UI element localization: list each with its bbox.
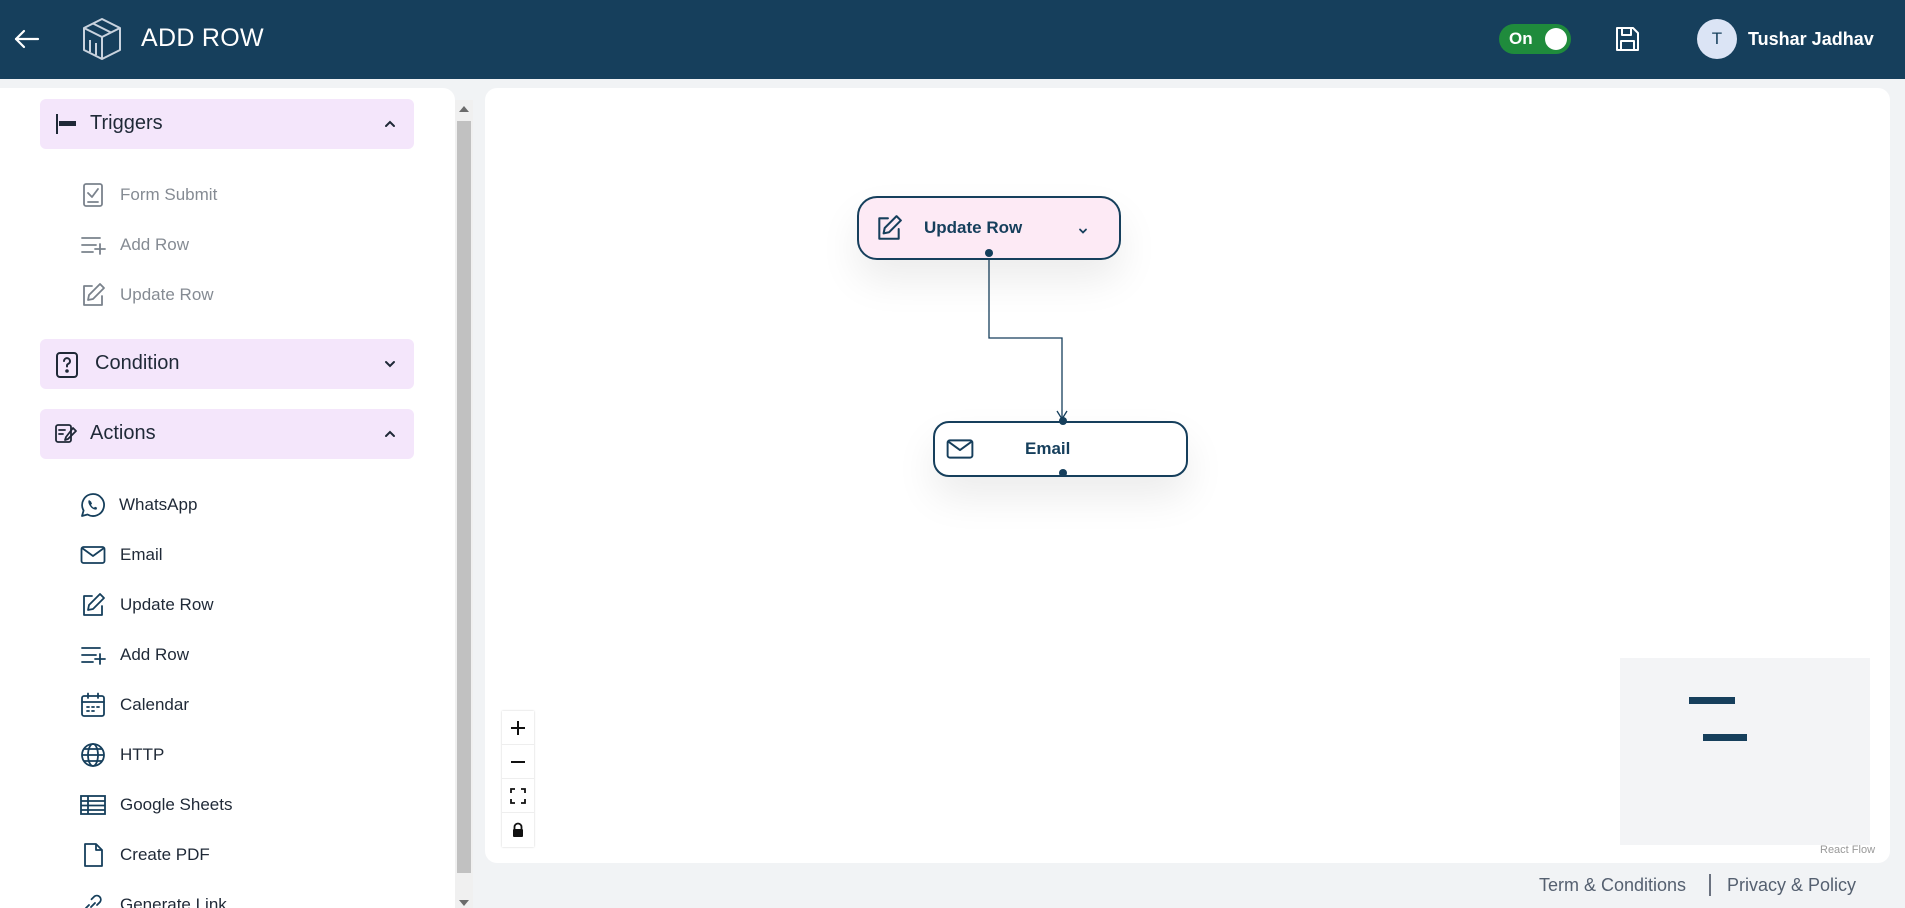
sidebar-item-label: Update Row: [120, 285, 214, 304]
top-bar: ADD ROW On T Tushar Jadhav: [0, 0, 1905, 79]
section-title: Condition: [95, 352, 180, 374]
sidebar-item-add-row[interactable]: Add Row: [80, 229, 380, 261]
zoom-in-button[interactable]: [502, 711, 534, 745]
sidebar-item-label: Create PDF: [120, 845, 210, 864]
section-title: Triggers: [90, 112, 163, 134]
lock-icon: [513, 822, 523, 837]
scroll-up-arrow[interactable]: [459, 106, 469, 112]
chevron-down-icon[interactable]: [1077, 222, 1089, 241]
flag-icon: [54, 112, 78, 136]
save-button[interactable]: [1612, 24, 1642, 54]
terms-link[interactable]: Term & Conditions: [1539, 875, 1686, 896]
node-label: Email: [1025, 439, 1071, 458]
node-source-handle[interactable]: [1059, 469, 1067, 477]
user-name[interactable]: Tushar Jadhav: [1748, 29, 1874, 50]
scrollbar-thumb[interactable]: [457, 121, 471, 873]
toggle-knob: [1545, 28, 1567, 50]
section-triggers[interactable]: Triggers: [40, 99, 414, 149]
save-icon: [1616, 27, 1639, 51]
sidebar-item-label: Google Sheets: [120, 795, 233, 814]
sheet-icon: [80, 792, 106, 818]
sidebar-item-label: Email: [120, 545, 163, 564]
sidebar-item-label: Calendar: [120, 695, 189, 714]
node-source-handle[interactable]: [985, 249, 993, 257]
lock-button[interactable]: [502, 813, 534, 847]
sidebar-item-add-row-action[interactable]: Add Row: [80, 639, 380, 671]
sidebar: Triggers Form Submit Add Row Update Row …: [0, 88, 455, 908]
sidebar-item-label: HTTP: [120, 745, 165, 764]
sidebar-item-label: Update Row: [120, 595, 214, 614]
sidebar-item-google-sheets[interactable]: Google Sheets: [80, 789, 380, 821]
flow-controls: [502, 711, 534, 847]
actions-icon: [54, 422, 78, 446]
form-check-icon: [80, 182, 106, 208]
chevron-up-icon: [382, 116, 398, 132]
flow-canvas[interactable]: Update Row Email React Flow: [485, 88, 1890, 863]
node-target-handle[interactable]: [1059, 417, 1067, 425]
sidebar-item-update-row[interactable]: Update Row: [80, 279, 380, 311]
sidebar-item-form-submit[interactable]: Form Submit: [80, 179, 380, 211]
sidebar-item-label: Add Row: [120, 235, 189, 254]
sidebar-item-label: WhatsApp: [119, 495, 198, 514]
edit-icon: [875, 214, 903, 242]
globe-icon: [80, 742, 106, 768]
sidebar-scrollbar[interactable]: [455, 100, 473, 908]
edit-icon: [80, 282, 106, 308]
flow-node-email[interactable]: Email: [933, 417, 1188, 477]
sidebar-item-calendar[interactable]: Calendar: [80, 689, 380, 721]
sidebar-item-http[interactable]: HTTP: [80, 739, 380, 771]
list-plus-icon: [80, 232, 106, 258]
calendar-icon: [80, 692, 106, 718]
plus-icon: [511, 721, 525, 735]
footer-divider: [1709, 874, 1711, 896]
page-title: ADD ROW: [141, 24, 264, 52]
whatsapp-icon: [80, 492, 106, 518]
scroll-down-arrow[interactable]: [459, 900, 469, 906]
app-logo: [80, 16, 124, 62]
minus-icon: [511, 761, 525, 763]
sidebar-item-whatsapp[interactable]: WhatsApp: [80, 489, 380, 521]
flow-node-update-row[interactable]: Update Row: [857, 196, 1121, 260]
active-toggle[interactable]: On: [1499, 24, 1571, 54]
arrow-left-icon: [14, 29, 40, 49]
flow-minimap[interactable]: [1620, 658, 1870, 845]
sidebar-item-label: Form Submit: [120, 185, 218, 204]
minimap-node: [1703, 734, 1747, 741]
sidebar-item-create-pdf[interactable]: Create PDF: [80, 839, 380, 871]
sidebar-item-generate-link[interactable]: Generate Link: [80, 889, 380, 908]
react-flow-attribution[interactable]: React Flow: [1820, 844, 1875, 856]
section-actions[interactable]: Actions: [40, 409, 414, 459]
sidebar-item-email[interactable]: Email: [80, 539, 380, 571]
privacy-link[interactable]: Privacy & Policy: [1727, 875, 1856, 896]
section-title: Actions: [90, 422, 156, 444]
sidebar-item-label: Add Row: [120, 645, 189, 664]
avatar[interactable]: T: [1697, 19, 1737, 59]
mail-icon: [80, 542, 106, 568]
fit-view-icon: [510, 788, 526, 804]
chevron-up-icon: [382, 426, 398, 442]
back-button[interactable]: [12, 24, 42, 54]
cube-logo-icon: [83, 18, 121, 60]
fit-view-button[interactable]: [502, 779, 534, 813]
node-label: Update Row: [924, 218, 1023, 237]
sidebar-item-label: Generate Link: [120, 895, 227, 908]
edit-icon: [80, 592, 106, 618]
chevron-down-icon: [382, 356, 398, 372]
list-plus-icon: [80, 642, 106, 668]
minimap-node: [1689, 697, 1735, 704]
sidebar-item-update-row-action[interactable]: Update Row: [80, 589, 380, 621]
toggle-label: On: [1509, 29, 1533, 48]
section-condition[interactable]: Condition: [40, 339, 414, 389]
file-icon: [80, 842, 106, 868]
mail-icon: [946, 435, 974, 463]
question-file-icon: [54, 352, 78, 378]
zoom-out-button[interactable]: [502, 745, 534, 779]
link-icon: [80, 892, 106, 908]
